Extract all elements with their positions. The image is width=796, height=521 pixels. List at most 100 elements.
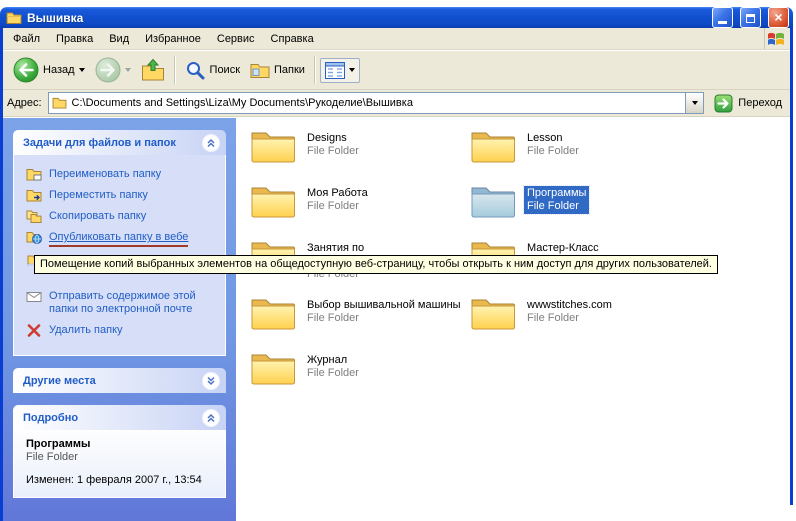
- tasks-panel-header[interactable]: Задачи для файлов и папок: [13, 130, 226, 155]
- close-button[interactable]: ×: [768, 7, 789, 28]
- task-copy-folder[interactable]: Скопировать папку: [26, 210, 219, 223]
- chevron-up-icon: [206, 413, 216, 423]
- views-icon: [325, 62, 345, 79]
- page-title: Вышивка: [27, 11, 705, 25]
- folder-name: wwwstitches.com: [527, 299, 612, 312]
- address-bar: Адрес: C:\Documents and Settings\Liza\My…: [3, 90, 790, 117]
- folder-icon: [250, 184, 296, 228]
- email-folder-icon: [26, 290, 42, 303]
- maximize-icon: [746, 14, 755, 23]
- other-places-panel-header[interactable]: Другие места: [13, 368, 226, 393]
- titlebar: Вышивка ×: [0, 7, 793, 28]
- menu-item-help[interactable]: Справка: [263, 30, 322, 48]
- task-publish-folder-to-web[interactable]: Опубликовать папку в вебе: [26, 231, 219, 247]
- task-label: Опубликовать папку в вебе: [49, 231, 188, 247]
- toolbar: Назад: [3, 50, 790, 90]
- folder-tile-moya-rabota[interactable]: Моя РаботаFile Folder: [250, 184, 466, 228]
- folder-icon: [250, 296, 296, 340]
- back-button[interactable]: Назад: [8, 55, 90, 85]
- address-dropdown-caret: [692, 101, 698, 105]
- folder-icon: [470, 296, 516, 340]
- main-area: Задачи для файлов и папок Переименовать …: [3, 117, 790, 521]
- folder-type: File Folder: [527, 312, 612, 325]
- menu-item-edit[interactable]: Правка: [48, 30, 101, 48]
- up-folder-icon: [141, 58, 165, 82]
- other-places-expand-button[interactable]: [202, 372, 220, 390]
- screen: Вышивка × Файл Правка Вид Избранное Серв…: [0, 0, 796, 521]
- folder-name: Журнал: [307, 354, 359, 367]
- folders-label: Папки: [274, 64, 305, 76]
- back-icon: [13, 57, 39, 83]
- folder-icon: [250, 351, 296, 395]
- details-panel-header[interactable]: Подробно: [13, 405, 226, 430]
- go-button[interactable]: Переход: [710, 94, 786, 113]
- folder-name: Выбор вышивальной машины: [307, 299, 461, 312]
- publish-folder-icon: [26, 231, 42, 244]
- folder-tile-lesson[interactable]: LessonFile Folder: [470, 129, 686, 173]
- toolbar-separator: [174, 56, 176, 84]
- views-button[interactable]: [320, 58, 360, 83]
- address-folder-icon: [52, 97, 67, 109]
- folders-button[interactable]: Папки: [245, 60, 310, 81]
- back-label: Назад: [43, 64, 75, 76]
- tasks-collapse-button[interactable]: [202, 134, 220, 152]
- screenshot-crop-artifact: [240, 505, 796, 521]
- forward-icon: [95, 57, 121, 83]
- copy-folder-icon: [26, 210, 42, 223]
- minimize-button[interactable]: [712, 7, 733, 28]
- folder-tile-zhurnal[interactable]: ЖурналFile Folder: [250, 351, 466, 395]
- menu-item-file[interactable]: Файл: [5, 30, 48, 48]
- folder-tile-programmy[interactable]: ПрограммыFile Folder: [470, 184, 686, 228]
- details-collapse-button[interactable]: [202, 409, 220, 427]
- address-input[interactable]: C:\Documents and Settings\Liza\My Docume…: [72, 97, 681, 109]
- delete-folder-icon: [26, 324, 42, 337]
- other-places-panel: Другие места: [13, 368, 226, 393]
- details-title: Подробно: [23, 412, 78, 424]
- window-folder-icon[interactable]: [6, 11, 22, 25]
- folder-tile-wwwstitches[interactable]: wwwstitches.comFile Folder: [470, 296, 686, 340]
- windows-logo-icon: [764, 28, 787, 49]
- folder-type: File Folder: [307, 200, 368, 213]
- folder-name: Моя Работа: [307, 187, 368, 200]
- search-label: Поиск: [210, 64, 240, 76]
- task-email-folder-contents[interactable]: Отправить содержимое этой папки по элект…: [26, 290, 219, 316]
- folder-name: Программы: [527, 187, 586, 200]
- search-button[interactable]: Поиск: [180, 58, 245, 83]
- forward-dropdown-caret: [125, 68, 131, 72]
- rename-folder-icon: [26, 168, 42, 181]
- menu-item-view[interactable]: Вид: [101, 30, 137, 48]
- folder-type: File Folder: [307, 367, 359, 380]
- up-button[interactable]: [136, 56, 170, 84]
- toolbar-separator: [314, 56, 316, 84]
- close-icon: ×: [774, 8, 782, 27]
- tooltip: Помещение копий выбранных элементов на о…: [34, 255, 718, 274]
- menu-item-tools[interactable]: Сервис: [209, 30, 263, 48]
- folder-icon: [470, 129, 516, 173]
- folder-name: Мастер-Класс: [527, 242, 599, 255]
- move-folder-icon: [26, 189, 42, 202]
- menubar: Файл Правка Вид Избранное Сервис Справка: [3, 28, 790, 50]
- folder-type: File Folder: [527, 145, 579, 158]
- folder-name: Designs: [307, 132, 359, 145]
- window-body: Файл Правка Вид Избранное Сервис Справка: [0, 28, 793, 521]
- views-dropdown-caret: [349, 68, 355, 72]
- folder-tile-designs[interactable]: DesignsFile Folder: [250, 129, 466, 173]
- minimize-icon: [718, 21, 727, 24]
- details-panel: Подробно Программы File Folder Изменен: …: [13, 405, 226, 498]
- task-rename-folder[interactable]: Переименовать папку: [26, 168, 219, 181]
- task-move-folder[interactable]: Переместить папку: [26, 189, 219, 202]
- chevron-down-icon: [206, 376, 216, 386]
- menu-item-favorites[interactable]: Избранное: [137, 30, 209, 48]
- folder-type: File Folder: [307, 312, 461, 325]
- task-delete-folder[interactable]: Удалить папку: [26, 324, 219, 337]
- task-label: Отправить содержимое этой папки по элект…: [49, 290, 219, 316]
- forward-button[interactable]: [90, 55, 136, 85]
- address-combobox[interactable]: C:\Documents and Settings\Liza\My Docume…: [48, 92, 705, 114]
- task-label: Переименовать папку: [49, 168, 161, 181]
- folder-tile-vybor[interactable]: Выбор вышивальной машиныFile Folder: [250, 296, 466, 340]
- go-label: Переход: [738, 97, 782, 109]
- maximize-button[interactable]: [740, 7, 761, 28]
- search-icon: [185, 60, 206, 81]
- address-dropdown-button[interactable]: [685, 93, 703, 113]
- task-label: Удалить папку: [49, 324, 123, 337]
